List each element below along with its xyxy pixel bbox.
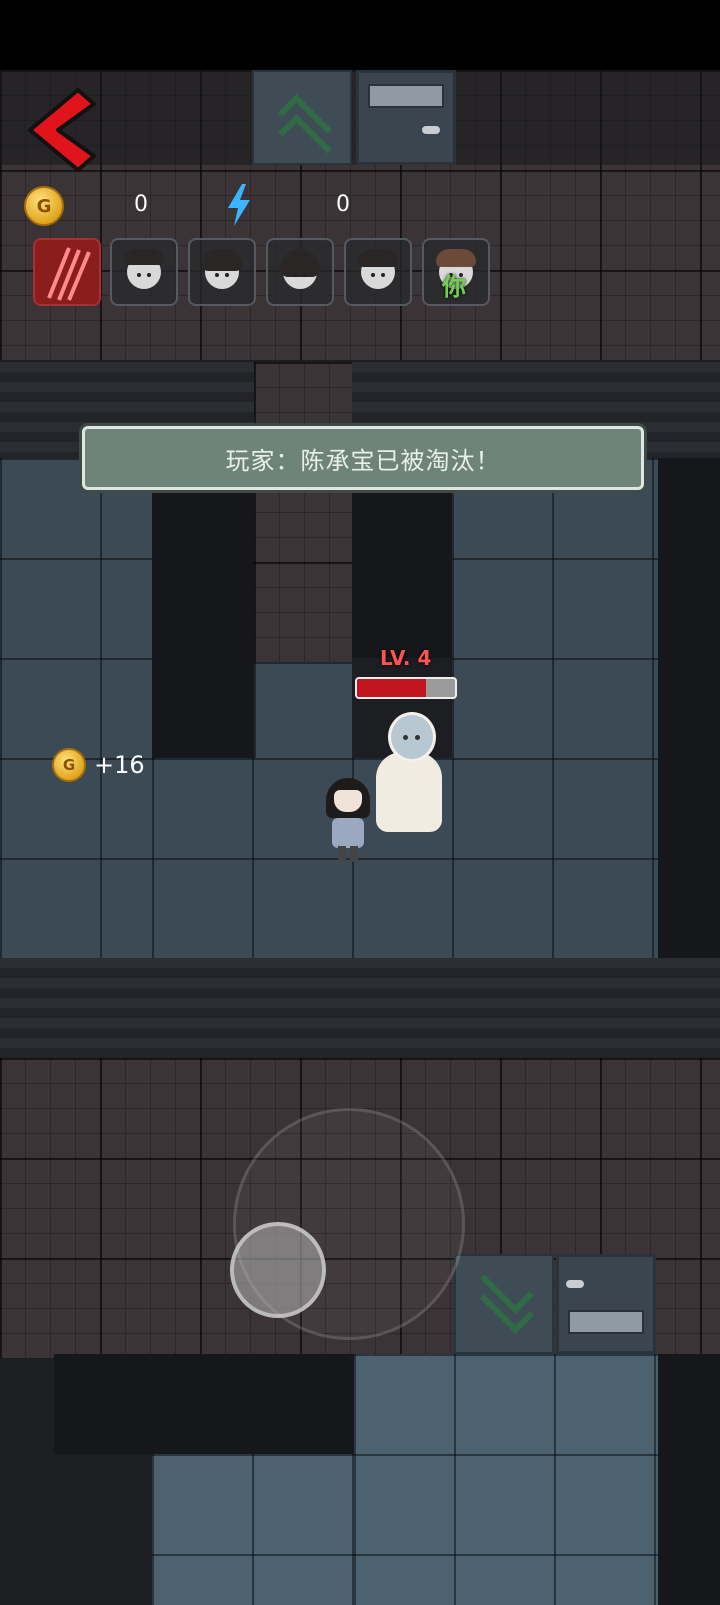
claw-skill-slot[interactable] [33, 238, 101, 306]
player-avatar-2 [202, 249, 242, 289]
energy-count: 0 [336, 192, 350, 217]
enemy-health-bar [355, 677, 457, 699]
player-slot-self[interactable]: 你 [422, 238, 490, 306]
lightning-icon [228, 184, 250, 226]
room-floor-right [452, 458, 658, 958]
coin-icon: G [24, 186, 64, 226]
wall-right-edge [658, 458, 720, 958]
you-label: 你 [442, 273, 466, 301]
player-slot-3[interactable] [266, 238, 334, 306]
wall-bottom-right [658, 1354, 720, 1605]
player-slot-1[interactable] [110, 238, 178, 306]
enemy-level-label: LV. 4 [380, 646, 432, 670]
back-arrow-icon[interactable] [26, 88, 96, 172]
player-avatar-3 [280, 249, 320, 289]
wall-band-lower [0, 958, 720, 1058]
stairs-up[interactable] [252, 70, 352, 168]
coin-reward-popup: G +16 [52, 748, 145, 782]
claw-icon [47, 247, 91, 301]
player-slot-2[interactable] [188, 238, 256, 306]
brick-corridor [254, 362, 352, 662]
room-floor-left [0, 458, 152, 958]
status-bar [0, 0, 720, 70]
player-slot-4[interactable] [344, 238, 412, 306]
player-avatar-1 [124, 249, 164, 289]
pillar-left [152, 458, 254, 758]
coin-counter: G [24, 186, 64, 226]
enemy-health-fill [357, 679, 426, 697]
door-top[interactable] [356, 70, 456, 165]
room-floor-bottom-left [152, 1454, 354, 1605]
joystick-knob[interactable] [230, 1222, 326, 1318]
wall-bottom-left [54, 1354, 354, 1454]
stairs-down[interactable] [454, 1254, 554, 1354]
door-bottom[interactable] [556, 1254, 656, 1354]
elimination-banner: 玩家：陈承宝已被淘汰！ [82, 426, 644, 490]
coin-icon: G [52, 748, 86, 782]
player-character [326, 778, 370, 864]
coin-reward-text: +16 [94, 751, 145, 779]
room-floor-mid [254, 662, 352, 758]
player-avatar-4 [358, 249, 398, 289]
room-floor-bottom [354, 1354, 658, 1605]
coin-count: 0 [134, 192, 148, 217]
ghost-enemy [372, 712, 444, 832]
